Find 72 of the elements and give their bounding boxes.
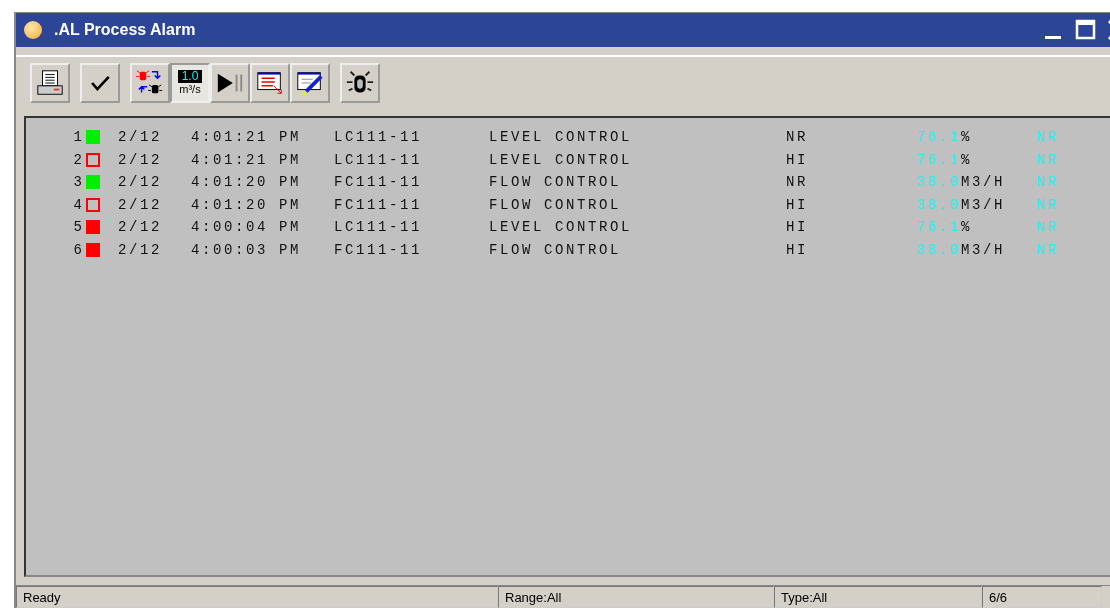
- alarm-status: NR: [786, 174, 809, 191]
- alarm-status: HI: [786, 151, 809, 168]
- alarm-unit: %: [961, 219, 973, 236]
- edit-button[interactable]: [290, 63, 330, 103]
- window-title: .AL Process Alarm: [54, 21, 196, 39]
- alarm-state: NR: [1037, 151, 1059, 168]
- light-button[interactable]: [340, 63, 380, 103]
- alarm-tag: LC111-11: [334, 129, 489, 146]
- printer-icon: [35, 68, 65, 98]
- alarm-state: NR: [1037, 219, 1059, 236]
- alarm-tag: FC111-11: [334, 241, 489, 258]
- alarm-state: NR: [1037, 129, 1059, 146]
- maximize-icon[interactable]: [1074, 18, 1098, 42]
- alarm-tag: FC111-11: [334, 174, 489, 191]
- alarm-unit: %: [961, 151, 973, 168]
- alarm-description: FLOW CONTROL: [489, 196, 623, 213]
- alarm-time: 4:00:03 PM: [191, 241, 302, 258]
- row-number: 6: [72, 241, 82, 258]
- row-number: 4: [72, 196, 82, 213]
- alarm-date: 2/12: [118, 219, 163, 236]
- swap-button[interactable]: [130, 63, 170, 103]
- alarm-value: 76.1: [917, 219, 961, 236]
- alarm-status: HI: [786, 196, 809, 213]
- alarm-tag: LC111-11: [334, 219, 489, 236]
- alarm-time: 4:01:20 PM: [191, 196, 302, 213]
- status-field: 6/6: [982, 586, 1102, 608]
- alarm-tag: LC111-11: [334, 151, 489, 168]
- alarm-unit: M3/H: [961, 174, 1006, 191]
- alarm-unit: M3/H: [961, 196, 1006, 213]
- alarm-description: FLOW CONTROL: [489, 241, 623, 258]
- alarm-date: 2/12: [118, 196, 163, 213]
- alarm-time: 4:01:21 PM: [191, 129, 302, 146]
- row-number: 2: [72, 151, 82, 168]
- alarm-value: 76.1: [917, 129, 961, 146]
- check-button[interactable]: [80, 63, 120, 103]
- alarm-date: 2/12: [118, 241, 163, 258]
- alarm-time: 4:01:21 PM: [191, 151, 302, 168]
- alarm-unit: M3/H: [961, 241, 1006, 258]
- alarm-time: 4:00:04 PM: [191, 219, 302, 236]
- alarm-date: 2/12: [118, 174, 163, 191]
- alarm-value: 38.0: [917, 196, 961, 213]
- alarm-status: HI: [786, 219, 809, 236]
- alarm-description: LEVEL CONTROL: [489, 219, 634, 236]
- alarm-description: LEVEL CONTROL: [489, 151, 634, 168]
- alarm-date: 2/12: [118, 129, 163, 146]
- flow-unit: m³/s: [179, 83, 201, 96]
- row-number: 3: [72, 174, 82, 191]
- flow-reading: 1.0: [177, 70, 203, 83]
- row-number: 1: [72, 129, 82, 146]
- alarm-description: FLOW CONTROL: [489, 174, 623, 191]
- alarm-state: NR: [1037, 241, 1059, 258]
- alarm-value: 76.1: [917, 151, 961, 168]
- status-field: Ready: [16, 586, 498, 608]
- row-number: 5: [72, 219, 82, 236]
- alarm-description: LEVEL CONTROL: [489, 129, 634, 146]
- alarm-state: NR: [1037, 196, 1059, 213]
- alarm-time: 4:01:20 PM: [191, 174, 302, 191]
- status-field: Range:All: [498, 586, 774, 608]
- print-button[interactable]: [30, 63, 70, 103]
- alarm-status: NR: [786, 129, 809, 146]
- app-icon: [24, 21, 42, 39]
- alarm-value: 38.0: [917, 174, 961, 191]
- alarm-unit: %: [961, 129, 973, 146]
- alarm-date: 2/12: [118, 151, 163, 168]
- play-button[interactable]: [210, 63, 250, 103]
- alarm-state: NR: [1037, 174, 1059, 191]
- list-button[interactable]: [250, 63, 290, 103]
- flow-reading-button[interactable]: 1.0 m³/s: [170, 63, 210, 103]
- alarm-value: 38.0: [917, 241, 961, 258]
- alarm-tag: FC111-11: [334, 196, 489, 213]
- status-field: Type:All: [774, 586, 982, 608]
- alarm-status: HI: [786, 241, 809, 258]
